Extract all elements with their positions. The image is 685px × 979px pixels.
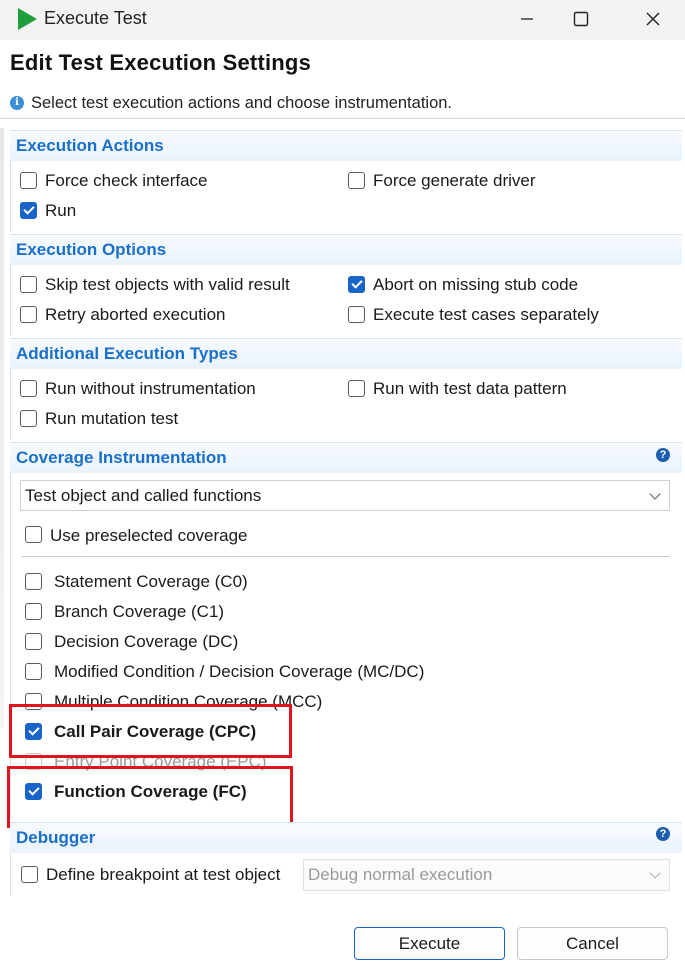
debugger-header: Debugger ? (10, 822, 682, 853)
section-border (10, 264, 11, 336)
coverage-scope-value: Test object and called functions (25, 486, 262, 505)
info-icon: i (10, 96, 24, 110)
skip-valid-checkbox[interactable] (20, 276, 37, 293)
run-checkbox[interactable] (20, 202, 37, 219)
c0-checkbox[interactable] (25, 573, 42, 590)
header-divider (0, 118, 685, 119)
dialog-title: Edit Test Execution Settings (10, 50, 312, 75)
execute-separately-label: Execute test cases separately (373, 305, 599, 324)
abort-missing-stub-label: Abort on missing stub code (373, 275, 579, 294)
run-mutation-checkbox[interactable] (20, 410, 37, 427)
section-title: Execution Actions (16, 136, 164, 155)
force-check-interface-checkbox[interactable] (20, 172, 37, 189)
close-button[interactable] (633, 4, 673, 34)
section-title: Debugger (16, 828, 96, 847)
run-label: Run (45, 201, 77, 220)
maximize-icon (573, 11, 589, 27)
use-preselected-checkbox[interactable] (25, 526, 42, 543)
run-with-pattern-checkbox[interactable] (348, 380, 365, 397)
help-icon[interactable]: ? (656, 448, 670, 462)
minimize-icon (521, 18, 533, 20)
c0-label: Statement Coverage (C0) (54, 572, 248, 591)
section-border (10, 852, 11, 896)
section-title: Coverage Instrumentation (16, 448, 227, 467)
run-with-pattern-label: Run with test data pattern (373, 379, 567, 398)
force-generate-driver-label: Force generate driver (373, 171, 536, 190)
close-icon (646, 12, 660, 26)
execution-options-header: Execution Options (10, 234, 682, 265)
window-title: Execute Test (44, 8, 147, 28)
play-icon (18, 8, 37, 30)
define-breakpoint-checkbox[interactable] (21, 866, 38, 883)
c1-label: Branch Coverage (C1) (54, 602, 225, 621)
abort-missing-stub-checkbox[interactable] (348, 276, 365, 293)
coverage-scope-dropdown[interactable]: Test object and called functions (20, 480, 670, 511)
run-without-instrumentation-checkbox[interactable] (20, 380, 37, 397)
fc-highlight-box (7, 766, 293, 828)
help-icon[interactable]: ? (656, 827, 670, 841)
run-without-instrumentation-label: Run without instrumentation (45, 379, 256, 398)
debug-mode-value: Debug normal execution (308, 865, 493, 884)
execute-button[interactable]: Execute (354, 927, 505, 960)
force-generate-driver-checkbox[interactable] (348, 172, 365, 189)
cancel-button[interactable]: Cancel (517, 927, 668, 960)
retry-aborted-label: Retry aborted execution (45, 305, 226, 324)
maximize-button[interactable] (561, 4, 601, 34)
skip-valid-label: Skip test objects with valid result (45, 275, 290, 294)
execute-separately-checkbox[interactable] (348, 306, 365, 323)
mcdc-label: Modified Condition / Decision Coverage (… (54, 662, 425, 681)
title-bar: Execute Test (0, 0, 685, 40)
minimize-button[interactable] (507, 4, 547, 34)
info-text: Select test execution actions and choose… (31, 94, 452, 112)
section-title: Execution Options (16, 240, 167, 259)
section-border (10, 368, 11, 440)
retry-aborted-checkbox[interactable] (20, 306, 37, 323)
section-border (10, 160, 11, 232)
mcdc-checkbox[interactable] (25, 663, 42, 680)
section-title: Additional Execution Types (16, 344, 238, 363)
cpc-highlight-box (9, 704, 292, 758)
c1-checkbox[interactable] (25, 603, 42, 620)
coverage-header: Coverage Instrumentation ? (10, 442, 682, 473)
debug-mode-dropdown[interactable]: Debug normal execution (303, 859, 670, 891)
define-breakpoint-label: Define breakpoint at test object (46, 865, 281, 884)
chevron-down-icon (649, 867, 661, 879)
execution-actions-header: Execution Actions (10, 130, 682, 161)
coverage-divider (22, 556, 670, 557)
force-check-interface-label: Force check interface (45, 171, 208, 190)
left-edge (0, 128, 4, 728)
run-mutation-label: Run mutation test (45, 409, 179, 428)
chevron-down-icon (649, 488, 661, 500)
dc-label: Decision Coverage (DC) (54, 632, 239, 651)
dc-checkbox[interactable] (25, 633, 42, 650)
use-preselected-label: Use preselected coverage (50, 526, 248, 545)
additional-types-header: Additional Execution Types (10, 338, 682, 369)
